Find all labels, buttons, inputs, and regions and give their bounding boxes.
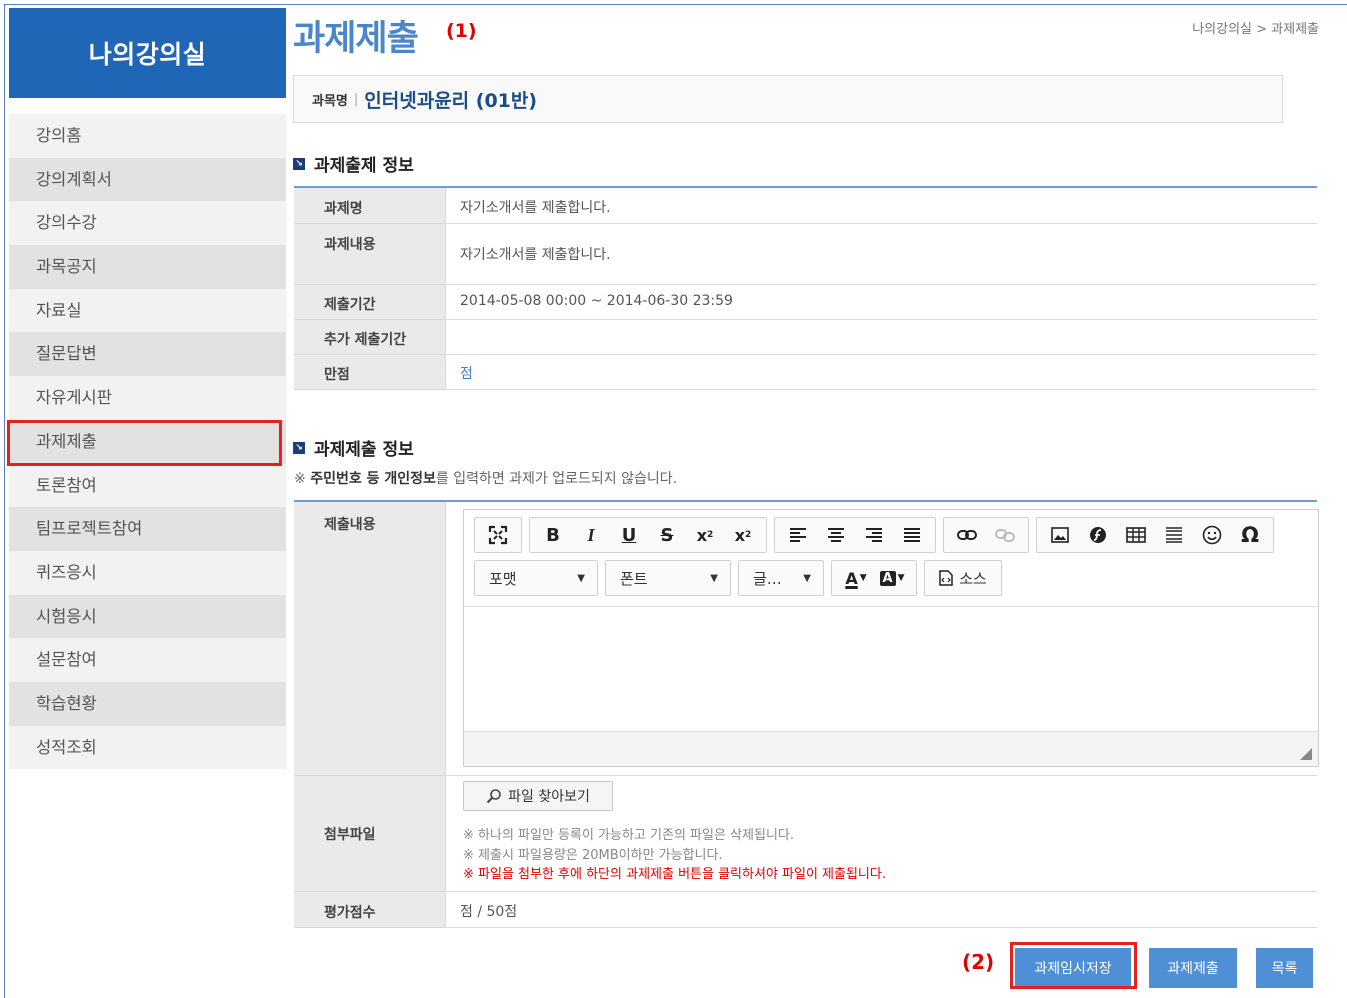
- font-dropdown[interactable]: 폰트 ▼: [605, 560, 731, 596]
- background-color-icon[interactable]: A ▼: [874, 563, 910, 593]
- image-icon[interactable]: [1041, 520, 1079, 550]
- smiley-icon[interactable]: [1193, 520, 1231, 550]
- breadcrumb: 나의강의실 > 과제제출: [1192, 22, 1319, 37]
- row-value: 자기소개서를 제출합니다.: [460, 200, 611, 216]
- unlink-icon[interactable]: [986, 520, 1024, 550]
- course-label: 과목명: [312, 93, 348, 109]
- sidebar-item-notice[interactable]: 과목공지: [9, 245, 286, 289]
- sidebar-highlight-box: [7, 420, 282, 466]
- row-value: 자기소개서를 제출합니다.: [460, 247, 611, 263]
- sidebar-item-quiz[interactable]: 퀴즈응시: [9, 550, 286, 595]
- assignment-info-section-title: ↘ 과제출제 정보: [293, 151, 414, 176]
- horizontal-rule-icon[interactable]: [1155, 520, 1193, 550]
- file-note: ※ 하나의 파일만 등록이 가능하고 기존의 파일은 삭제됩니다.: [463, 828, 794, 843]
- list-button[interactable]: 목록: [1256, 948, 1313, 988]
- submission-section-title: ↘ 과제제출 정보: [293, 435, 414, 460]
- annotation-marker-2: (2): [962, 950, 995, 974]
- sidebar-item-lecture-home[interactable]: 강의홈: [9, 114, 286, 158]
- course-info-box: 과목명 | 인터넷과윤리 (01반): [293, 75, 1283, 123]
- row-label: 과제명: [294, 188, 446, 223]
- search-icon: [486, 789, 501, 804]
- text-color-icon[interactable]: A ▼: [838, 563, 874, 593]
- italic-icon[interactable]: I: [572, 520, 610, 550]
- assignment-info-table: 과제명 자기소개서를 제출합니다. 과제내용 자기소개서를 제출합니다. 제출기…: [294, 186, 1317, 390]
- score-value: 점 / 50점: [460, 904, 518, 920]
- temp-save-highlight-box: [1010, 942, 1137, 989]
- align-right-icon[interactable]: [855, 520, 893, 550]
- sidebar-item-lecture-attend[interactable]: 강의수강: [9, 201, 286, 246]
- maximize-icon[interactable]: [479, 520, 517, 550]
- source-button[interactable]: 소스: [924, 560, 1002, 596]
- privacy-notice: ※ 주민번호 등 개인정보를 입력하면 과제가 업로드되지 않습니다.: [294, 471, 678, 487]
- section-arrow-icon: ↘: [293, 441, 305, 454]
- row-label: 과제내용: [294, 224, 446, 284]
- editor-content-area[interactable]: [464, 606, 1318, 733]
- row-label: 만점: [294, 355, 446, 389]
- file-note: ※ 제출시 파일용량은 20MB이하만 가능합니다.: [463, 847, 723, 863]
- table-icon[interactable]: [1117, 520, 1155, 550]
- file-notes: ※ 하나의 파일만 등록이 가능하고 기존의 파일은 삭제됩니다. ※ 제출시 …: [463, 826, 886, 885]
- subscript-icon[interactable]: x2: [686, 520, 724, 550]
- link-icon[interactable]: [948, 520, 986, 550]
- strikethrough-icon[interactable]: S: [648, 520, 686, 550]
- font-size-dropdown[interactable]: 글… ▼: [738, 560, 824, 596]
- sidebar-item-grades[interactable]: 성적조회: [9, 725, 286, 770]
- submit-button[interactable]: 과제제출: [1149, 948, 1237, 988]
- resize-handle-icon[interactable]: [1300, 748, 1312, 760]
- sidebar-item-exam[interactable]: 시험응시: [9, 594, 286, 639]
- superscript-icon[interactable]: x2: [724, 520, 762, 550]
- row-label: 평가점수: [294, 892, 446, 927]
- sidebar-item-free-board[interactable]: 자유게시판: [9, 376, 286, 420]
- row-label: 첨부파일: [294, 776, 446, 891]
- row-value: 2014-05-08 00:00 ~ 2014-06-30 23:59: [460, 293, 733, 309]
- align-center-icon[interactable]: [817, 520, 855, 550]
- table-row: 과제명 자기소개서를 제출합니다.: [294, 188, 1317, 224]
- course-name: 인터넷과윤리 (01반): [364, 89, 538, 112]
- editor-toolbar-row-2: 포맷 ▼ 폰트 ▼ 글… ▼ A ▼ A ▼ 소스: [474, 560, 1002, 596]
- source-icon: [939, 570, 953, 586]
- sidebar-item-archive[interactable]: 자료실: [9, 288, 286, 333]
- rich-text-editor[interactable]: B I U S x2 x2 Ω 포맷 ▼ 폰트 ▼ 글… ▼ A ▼ A ▼ 소…: [463, 509, 1319, 767]
- special-char-icon[interactable]: Ω: [1231, 520, 1269, 550]
- table-row: 평가점수 점 / 50점: [294, 892, 1317, 928]
- align-justify-icon[interactable]: [893, 520, 931, 550]
- sidebar-item-survey[interactable]: 설문참여: [9, 638, 286, 682]
- editor-footer: [464, 731, 1318, 766]
- file-browse-button[interactable]: 파일 찾아보기: [463, 781, 613, 811]
- table-row: 추가 제출기간: [294, 320, 1317, 355]
- underline-icon[interactable]: U: [610, 520, 648, 550]
- sidebar-item-progress[interactable]: 학습현황: [9, 681, 286, 726]
- section-arrow-icon: ↘: [293, 157, 305, 170]
- sidebar-item-team-project[interactable]: 팀프로젝트참여: [9, 507, 286, 551]
- table-row: 과제내용 자기소개서를 제출합니다.: [294, 224, 1317, 285]
- format-dropdown[interactable]: 포맷 ▼: [474, 560, 598, 596]
- chevron-down-icon: ▼: [710, 572, 718, 584]
- row-value: [446, 320, 1317, 354]
- page-title: 과제제출: [293, 19, 419, 59]
- course-separator: |: [353, 91, 359, 107]
- sidebar-item-discussion[interactable]: 토론참여: [9, 463, 286, 508]
- file-warning: ※ 파일을 첨부한 후에 하단의 과제제출 버튼을 클릭하셔야 파일이 제출됩니…: [463, 867, 886, 882]
- table-row: 만점 점: [294, 355, 1317, 390]
- editor-toolbar-row-1: B I U S x2 x2 Ω: [474, 517, 1274, 553]
- row-label: 추가 제출기간: [294, 320, 446, 354]
- row-value: 점: [460, 366, 473, 382]
- sidebar-item-syllabus[interactable]: 강의계획서: [9, 157, 286, 202]
- annotation-marker-1: (1): [446, 20, 477, 42]
- table-row: 제출기간 2014-05-08 00:00 ~ 2014-06-30 23:59: [294, 285, 1317, 320]
- chevron-down-icon: ▼: [577, 572, 585, 584]
- row-label: 제출내용: [294, 502, 446, 775]
- bold-icon[interactable]: B: [534, 520, 572, 550]
- sidebar-item-qna[interactable]: 질문답변: [9, 332, 286, 377]
- row-label: 제출기간: [294, 285, 446, 319]
- chevron-down-icon: ▼: [803, 572, 811, 584]
- flash-icon[interactable]: [1079, 520, 1117, 550]
- sidebar-title: 나의강의실: [9, 8, 286, 98]
- align-left-icon[interactable]: [779, 520, 817, 550]
